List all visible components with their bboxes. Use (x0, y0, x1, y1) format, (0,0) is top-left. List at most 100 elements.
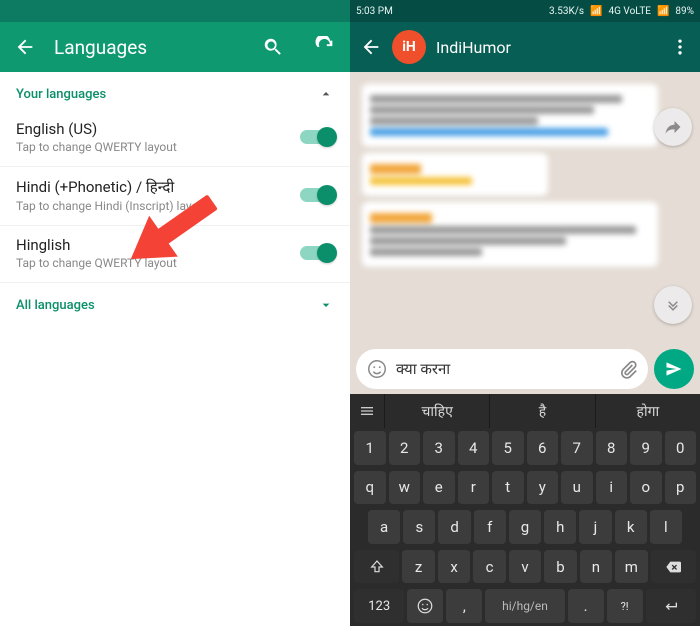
whatsapp-panel: 5:03 PM 3.53K/s 📶 4G VoLTE 📶 89% iH Indi… (350, 0, 700, 626)
key-row: z x c v b n m (350, 547, 700, 587)
key[interactable]: 2 (389, 431, 421, 465)
statusbar: 5:03 PM 3.53K/s 📶 4G VoLTE 📶 89% (350, 0, 700, 22)
key-row: a s d f g h j k l (350, 507, 700, 547)
refresh-icon[interactable] (314, 36, 336, 58)
key[interactable]: y (527, 471, 559, 505)
key[interactable]: 3 (423, 431, 455, 465)
page-title: Languages (54, 36, 244, 59)
enter-key[interactable] (646, 589, 696, 623)
chevron-down-icon (318, 297, 334, 313)
chat-title[interactable]: IndiHumor (436, 38, 511, 57)
status-battery: 89% (675, 6, 694, 17)
key[interactable]: k (615, 510, 647, 544)
status-time: 5:03 PM (356, 6, 393, 17)
key[interactable]: q (354, 471, 386, 505)
send-button[interactable] (654, 349, 694, 389)
key[interactable]: i (596, 471, 628, 505)
key[interactable]: w (389, 471, 421, 505)
keyboard: चाहिए है होगा 1 2 3 4 5 6 7 8 9 0 q w e … (350, 394, 700, 626)
lang-item-hindi[interactable]: Hindi (+Phonetic) / हिन्दी Tap to change… (0, 167, 350, 226)
key[interactable]: 4 (458, 431, 490, 465)
message-input[interactable]: क्या करना (356, 349, 648, 389)
search-icon[interactable] (262, 36, 284, 58)
key[interactable]: 5 (492, 431, 524, 465)
chat-appbar: iH IndiHumor (350, 22, 700, 72)
attach-icon[interactable] (618, 359, 638, 379)
avatar[interactable]: iH (392, 30, 426, 64)
key[interactable]: z (402, 550, 434, 584)
key[interactable]: g (509, 510, 541, 544)
forward-button[interactable] (654, 108, 692, 146)
message-bubble[interactable] (362, 84, 658, 147)
suggestion[interactable]: होगा (595, 394, 700, 428)
key[interactable]: x (438, 550, 470, 584)
key-row: 123 , hi/hg/en . ?! (350, 586, 700, 626)
appbar: Languages (0, 22, 350, 72)
shift-key[interactable] (354, 550, 399, 584)
key[interactable]: l (650, 510, 682, 544)
key[interactable]: 6 (527, 431, 559, 465)
key[interactable]: j (579, 510, 611, 544)
key[interactable]: m (615, 550, 647, 584)
backspace-icon (663, 559, 683, 575)
backspace-key[interactable] (651, 550, 696, 584)
shift-icon (369, 559, 385, 575)
toggle-switch[interactable] (300, 130, 334, 144)
numbers-key[interactable]: 123 (354, 589, 404, 623)
key[interactable]: c (473, 550, 505, 584)
space-key[interactable]: hi/hg/en (485, 589, 564, 623)
enter-icon (661, 598, 681, 614)
languages-panel: Languages Your languages English (US) Ta… (0, 0, 350, 626)
key[interactable]: v (509, 550, 541, 584)
key[interactable]: 7 (561, 431, 593, 465)
toggle-switch[interactable] (300, 188, 334, 202)
scroll-down-button[interactable] (654, 286, 692, 324)
key[interactable]: n (580, 550, 612, 584)
emoji-icon[interactable] (366, 358, 388, 380)
emoji-icon (416, 597, 434, 615)
hamburger-icon[interactable] (350, 394, 384, 428)
status-net: 4G VoLTE (609, 6, 651, 17)
suggestion-bar: चाहिए है होगा (350, 394, 700, 428)
key[interactable]: 8 (596, 431, 628, 465)
statusbar (0, 0, 350, 22)
lang-item-hinglish[interactable]: Hinglish Tap to change QWERTY layout (0, 226, 350, 283)
key[interactable]: f (474, 510, 506, 544)
key[interactable]: b (544, 550, 576, 584)
key[interactable]: 9 (630, 431, 662, 465)
suggestion[interactable]: है (489, 394, 594, 428)
key[interactable]: 1 (354, 431, 386, 465)
key[interactable]: o (630, 471, 662, 505)
suggestion[interactable]: चाहिए (384, 394, 489, 428)
key[interactable]: p (665, 471, 697, 505)
key-row: q w e r t y u i o p (350, 468, 700, 508)
input-text: क्या करना (396, 359, 610, 379)
key[interactable]: u (561, 471, 593, 505)
key[interactable]: r (458, 471, 490, 505)
key[interactable]: 0 (665, 431, 697, 465)
status-speed: 3.53K/s (549, 6, 584, 17)
key[interactable]: d (438, 510, 470, 544)
key[interactable]: t (492, 471, 524, 505)
period-key[interactable]: . (568, 589, 604, 623)
message-bubble[interactable] (362, 153, 548, 196)
key[interactable]: a (368, 510, 400, 544)
key[interactable]: e (423, 471, 455, 505)
symbols-key[interactable]: ?! (607, 589, 643, 623)
chevron-up-icon (318, 86, 334, 102)
menu-icon[interactable] (670, 37, 690, 57)
comma-key[interactable]: , (446, 589, 482, 623)
chat-area[interactable] (350, 72, 700, 344)
emoji-key[interactable] (407, 589, 443, 623)
input-row: क्या करना (350, 344, 700, 394)
back-icon[interactable] (360, 36, 382, 58)
toggle-switch[interactable] (300, 246, 334, 260)
key[interactable]: h (544, 510, 576, 544)
key[interactable]: s (403, 510, 435, 544)
your-languages-header[interactable]: Your languages (0, 72, 350, 110)
key-row: 1 2 3 4 5 6 7 8 9 0 (350, 428, 700, 468)
lang-item-english[interactable]: English (US) Tap to change QWERTY layout (0, 110, 350, 167)
message-bubble[interactable] (362, 202, 658, 267)
all-languages-header[interactable]: All languages (0, 283, 350, 321)
back-icon[interactable] (14, 36, 36, 58)
